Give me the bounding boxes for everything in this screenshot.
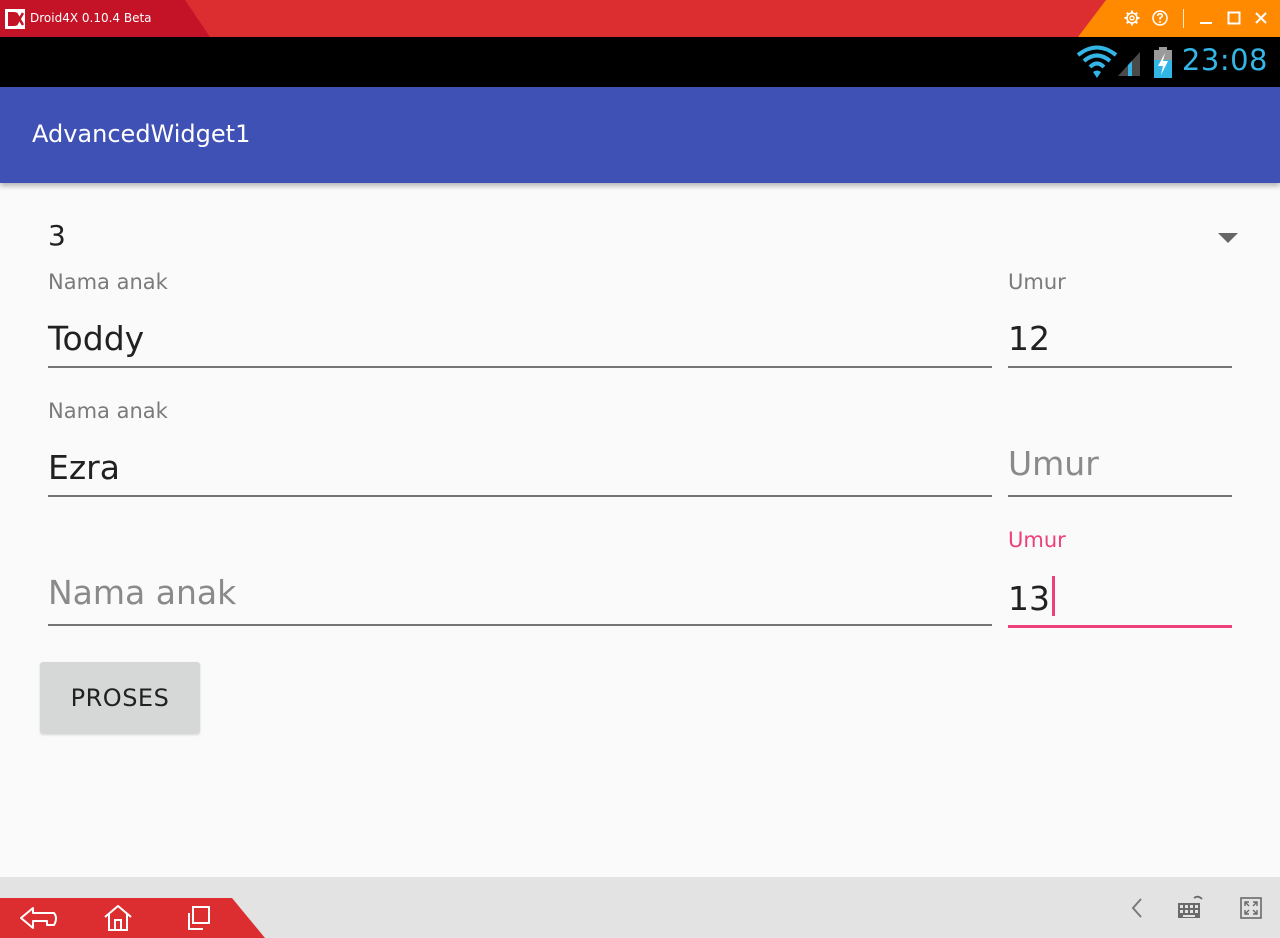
field-underline [48, 624, 992, 626]
child-age-field-2[interactable]: Umur [1008, 399, 1232, 497]
field-underline [1008, 366, 1232, 368]
floating-label: Nama anak [48, 270, 168, 294]
input-hint: Nama anak [48, 573, 237, 612]
help-icon[interactable] [1150, 8, 1170, 28]
emulator-controls-area [1078, 0, 1280, 37]
droid4x-logo-icon [5, 9, 25, 29]
recents-icon[interactable] [180, 901, 216, 935]
proses-button[interactable]: PROSES [40, 662, 200, 734]
android-status-bar: 23:08 [0, 37, 1280, 87]
count-spinner[interactable]: 3 [40, 213, 1250, 263]
spinner-selected-value: 3 [48, 219, 66, 252]
battery-charging-icon [1154, 47, 1172, 78]
maximize-icon[interactable] [1224, 8, 1244, 28]
field-underline [1008, 495, 1232, 497]
signal-icon [1118, 52, 1140, 76]
home-icon[interactable] [100, 901, 136, 935]
floating-label: Umur [1008, 528, 1066, 552]
emulator-title: Droid4X 0.10.4 Beta [30, 11, 152, 25]
chevron-left-icon[interactable] [1124, 893, 1150, 923]
app-toolbar: AdvancedWidget1 [0, 87, 1280, 183]
floating-label: Umur [1008, 270, 1066, 294]
child-name-field-3[interactable]: Nama anak [48, 528, 992, 626]
back-icon[interactable] [16, 901, 60, 935]
floating-label: Nama anak [48, 399, 168, 423]
keyboard-icon[interactable] [1174, 893, 1206, 923]
input-hint: Umur [1008, 444, 1099, 483]
gear-icon[interactable] [1122, 8, 1142, 28]
text-cursor [1052, 576, 1055, 616]
app-title: AdvancedWidget1 [32, 120, 251, 148]
emulator-bottom-bar [0, 877, 1280, 938]
child-name-field-1[interactable]: Nama anak Toddy [48, 270, 992, 368]
field-underline [1008, 625, 1232, 628]
input-value: 12 [1008, 319, 1050, 358]
main-content: 3 Nama anak Toddy Umur 12 Nama anak Ezra… [0, 183, 1280, 877]
title-bar-separator [1183, 9, 1184, 28]
child-name-field-2[interactable]: Nama anak Ezra [48, 399, 992, 497]
emulator-title-bar: Droid4X 0.10.4 Beta [0, 0, 1280, 37]
fullscreen-icon[interactable] [1236, 893, 1266, 923]
status-clock: 23:08 [1181, 43, 1268, 77]
field-underline [48, 495, 992, 497]
dropdown-arrow-icon [1218, 233, 1238, 243]
input-value: 13 [1008, 579, 1050, 618]
input-value: Ezra [48, 448, 120, 487]
child-age-field-3[interactable]: Umur 13 [1008, 528, 1232, 628]
wifi-icon [1076, 45, 1118, 78]
input-value: Toddy [48, 319, 145, 358]
close-icon[interactable] [1251, 8, 1271, 28]
field-underline [48, 366, 992, 368]
input-value-wrap: 13 [1008, 576, 1055, 618]
minimize-icon[interactable] [1196, 8, 1216, 28]
child-age-field-1[interactable]: Umur 12 [1008, 270, 1232, 368]
